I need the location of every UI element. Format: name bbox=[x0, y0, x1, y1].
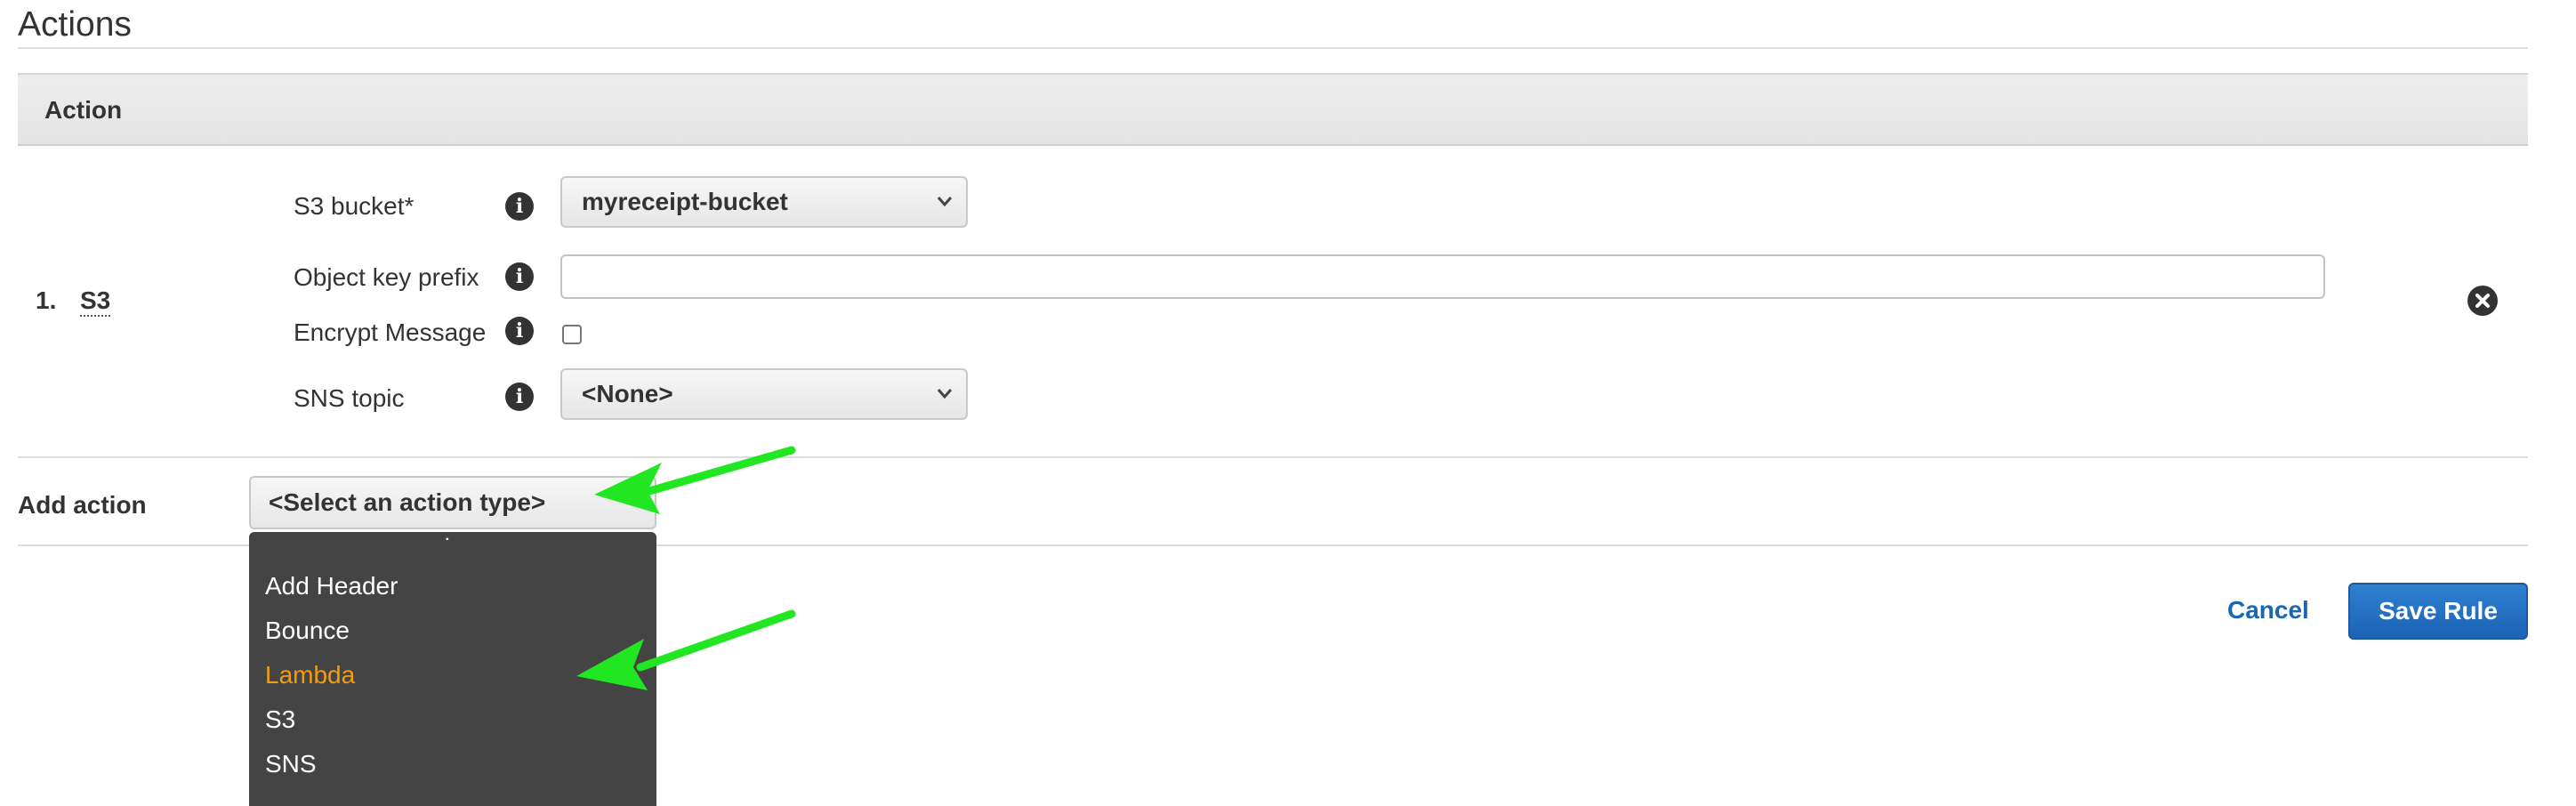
info-icon[interactable]: i bbox=[505, 317, 534, 345]
save-rule-button[interactable]: Save Rule bbox=[2348, 583, 2528, 640]
title-divider bbox=[18, 47, 2528, 49]
encrypt-message-label: Encrypt Message bbox=[294, 318, 487, 346]
dropdown-option-s3[interactable]: S3 bbox=[265, 705, 295, 735]
sns-topic-select-value: <None> bbox=[582, 380, 673, 407]
action-type-select-value: <Select an action type> bbox=[269, 488, 546, 516]
info-icon[interactable]: i bbox=[505, 192, 534, 221]
cancel-button[interactable]: Cancel bbox=[2227, 596, 2309, 625]
dropdown-scroll-remnant: ’̣ bbox=[249, 532, 656, 546]
dropdown-option-sns[interactable]: SNS bbox=[265, 749, 317, 779]
object-key-prefix-label: Object key prefix bbox=[294, 263, 479, 291]
row-divider bbox=[18, 456, 2528, 458]
object-key-prefix-input[interactable] bbox=[560, 254, 2325, 299]
action-row-type[interactable]: S3 bbox=[80, 286, 111, 317]
dropdown-option-bounce[interactable]: Bounce bbox=[265, 616, 350, 646]
action-type-dropdown[interactable]: ’̣ Add Header Bounce Lambda S3 SNS bbox=[249, 532, 656, 806]
actions-panel: Actions Action 1. S3 S3 bucket* i myrece… bbox=[0, 0, 2576, 806]
chevron-down-icon bbox=[937, 389, 953, 399]
s3-bucket-select-value: myreceipt-bucket bbox=[582, 188, 788, 215]
dropdown-option-lambda[interactable]: Lambda bbox=[265, 660, 355, 690]
section-title: Actions bbox=[18, 5, 132, 44]
encrypt-message-checkbox[interactable] bbox=[562, 325, 582, 344]
close-glyph bbox=[2475, 294, 2490, 308]
sns-topic-label: SNS topic bbox=[294, 384, 405, 412]
close-circle-icon[interactable] bbox=[2467, 286, 2498, 316]
sns-topic-select[interactable]: <None> bbox=[560, 368, 968, 420]
info-icon[interactable]: i bbox=[505, 262, 534, 291]
column-header-action: Action bbox=[44, 96, 123, 124]
info-icon[interactable]: i bbox=[505, 383, 534, 411]
chevron-down-icon bbox=[937, 197, 953, 207]
table-header: Action bbox=[18, 73, 2528, 146]
action-row-number: 1. bbox=[36, 286, 57, 314]
dropdown-option-add-header[interactable]: Add Header bbox=[265, 571, 398, 601]
action-type-select[interactable]: <Select an action type> bbox=[249, 476, 656, 529]
s3-bucket-select[interactable]: myreceipt-bucket bbox=[560, 176, 968, 228]
add-action-label: Add action bbox=[18, 491, 147, 519]
s3-bucket-label: S3 bucket* bbox=[294, 192, 415, 220]
